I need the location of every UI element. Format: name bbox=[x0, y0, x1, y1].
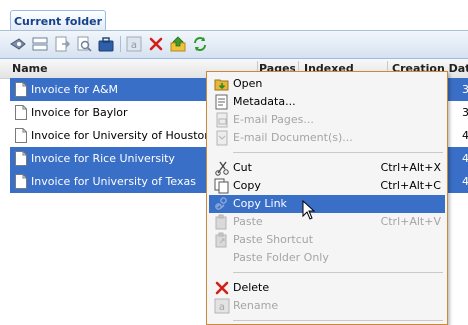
open-folder-icon bbox=[214, 79, 229, 91]
menu-item-paste-shortcut[interactable]: Paste Shortcut bbox=[209, 231, 445, 249]
menu-item-copy[interactable]: Copy Ctrl+Alt+C bbox=[209, 177, 445, 195]
upload-icon[interactable] bbox=[170, 36, 186, 52]
row-name: Invoice for Baylor bbox=[31, 106, 128, 119]
menu-item-label: E-mail Document(s)... bbox=[233, 131, 353, 144]
mouse-pointer-icon bbox=[302, 200, 316, 220]
delete-icon[interactable] bbox=[148, 36, 164, 52]
menu-item-email-documents[interactable]: E-mail Document(s)... bbox=[209, 129, 445, 147]
scissors-icon bbox=[215, 161, 229, 176]
row-name: Invoice for Rice University bbox=[31, 152, 175, 165]
menu-item-rename[interactable]: a Rename bbox=[209, 297, 445, 315]
export-icon[interactable] bbox=[54, 36, 70, 52]
menu-item-label: Copy Link bbox=[233, 197, 287, 210]
row-creation-date: 4: bbox=[462, 152, 468, 165]
paste-icon bbox=[215, 214, 227, 230]
delete-icon bbox=[215, 281, 229, 295]
row-name: Invoice for University of Houston bbox=[31, 129, 212, 142]
tab-strip: Current folder bbox=[0, 0, 468, 32]
search-icon[interactable] bbox=[76, 36, 92, 52]
menu-item-shortcut: Ctrl+Alt+X bbox=[380, 161, 441, 174]
menu-item-shortcut: Ctrl+Alt+C bbox=[380, 179, 441, 192]
document-icon bbox=[15, 82, 27, 97]
menu-item-label: Cut bbox=[233, 161, 252, 174]
svg-text:a: a bbox=[219, 302, 225, 313]
column-header-name[interactable]: Name bbox=[12, 59, 202, 78]
eye-icon[interactable] bbox=[10, 36, 26, 52]
svg-text:a: a bbox=[131, 40, 137, 51]
document-icon bbox=[15, 151, 27, 166]
copy-icon bbox=[214, 178, 229, 194]
row-name: Invoice for University of Texas bbox=[31, 175, 196, 188]
menu-separator bbox=[233, 152, 443, 153]
refresh-icon[interactable] bbox=[192, 36, 208, 52]
metadata-icon bbox=[215, 94, 228, 110]
menu-item-delete[interactable]: Delete bbox=[209, 279, 445, 297]
context-menu: Open Metadata... E-mail Pages... E-mail … bbox=[206, 71, 448, 325]
row-name: Invoice for A&M bbox=[31, 83, 119, 96]
row-creation-date: 3: bbox=[462, 106, 468, 119]
menu-item-email-pages[interactable]: E-mail Pages... bbox=[209, 111, 445, 129]
columns-icon[interactable] bbox=[32, 36, 48, 52]
menu-item-shortcut: Ctrl+Alt+V bbox=[380, 215, 441, 228]
menu-item-paste-folder-only[interactable]: Paste Folder Only bbox=[209, 249, 445, 267]
email-pages-icon bbox=[216, 112, 228, 128]
tab-current-folder[interactable]: Current folder bbox=[10, 10, 106, 32]
document-icon bbox=[15, 105, 27, 120]
menu-item-open[interactable]: Open bbox=[209, 75, 445, 93]
link-icon bbox=[215, 197, 227, 210]
toolbox-icon[interactable] bbox=[98, 36, 114, 52]
menu-item-label: Delete bbox=[233, 281, 270, 294]
rename-icon[interactable]: a bbox=[126, 36, 142, 52]
menu-item-label: Open bbox=[233, 77, 263, 90]
document-icon bbox=[15, 128, 27, 143]
paste-shortcut-icon bbox=[215, 232, 227, 248]
menu-item-label: Paste Folder Only bbox=[233, 251, 329, 264]
row-creation-date: 4: bbox=[462, 129, 468, 142]
menu-separator bbox=[233, 272, 443, 273]
toolbar: a bbox=[0, 31, 468, 59]
menu-item-label: Copy bbox=[233, 179, 261, 192]
rename-icon: a bbox=[214, 298, 230, 314]
menu-item-metadata[interactable]: Metadata... bbox=[209, 93, 445, 111]
menu-item-paste[interactable]: Paste Ctrl+Alt+V bbox=[209, 213, 445, 231]
menu-item-label: Paste Shortcut bbox=[233, 233, 314, 246]
toolbar-separator bbox=[120, 36, 121, 52]
email-document-icon bbox=[216, 130, 228, 146]
row-creation-date: 4: bbox=[462, 175, 468, 188]
menu-item-label: Paste bbox=[233, 215, 263, 228]
row-creation-date: 3: bbox=[462, 83, 468, 96]
document-icon bbox=[15, 174, 27, 189]
menu-item-label: Metadata... bbox=[233, 95, 296, 108]
menu-item-label: Rename bbox=[233, 299, 279, 312]
menu-item-label: E-mail Pages... bbox=[233, 113, 314, 126]
menu-item-cut[interactable]: Cut Ctrl+Alt+X bbox=[209, 159, 445, 177]
menu-item-copy-link[interactable]: Copy Link bbox=[209, 195, 445, 213]
